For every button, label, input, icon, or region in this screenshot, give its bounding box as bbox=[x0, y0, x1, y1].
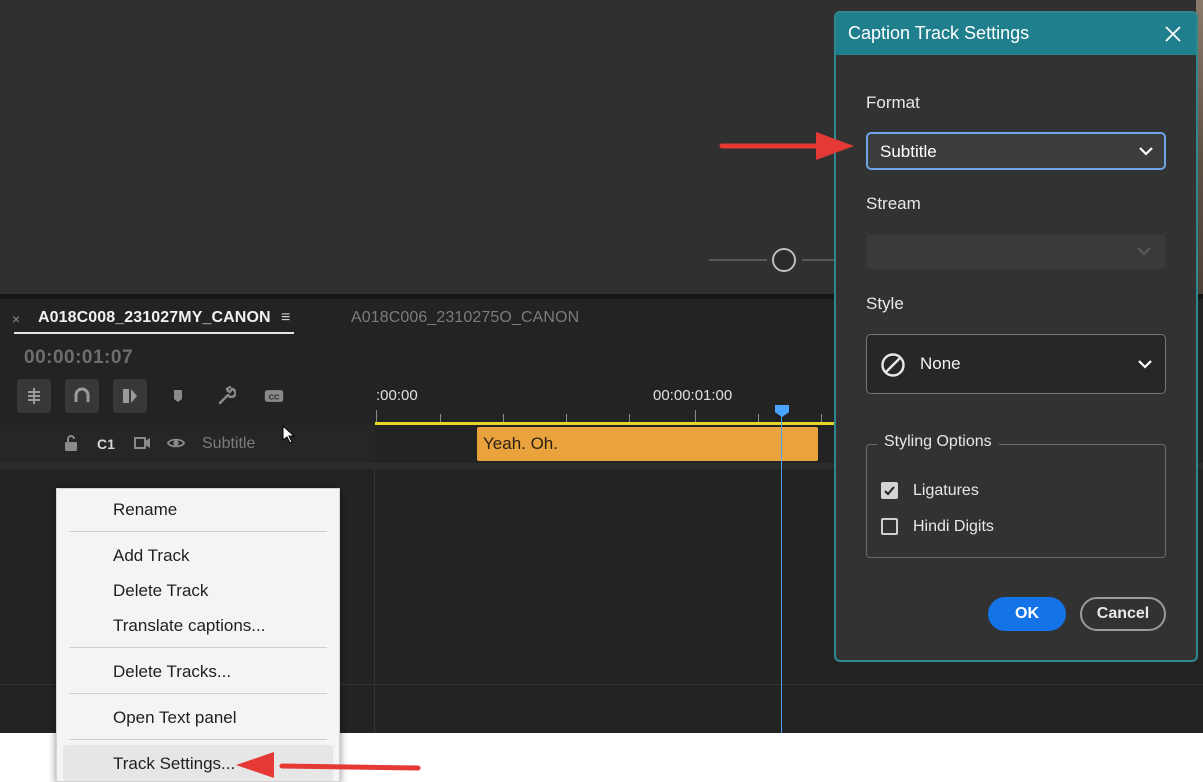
ruler-label-one-second: 00:00:01:00 bbox=[653, 387, 733, 404]
add-marker-button[interactable] bbox=[161, 379, 195, 413]
styling-options-group: Styling Options Ligatures Hindi Digits bbox=[866, 433, 1166, 558]
track-output-toggle[interactable] bbox=[133, 434, 151, 456]
menu-separator bbox=[69, 647, 327, 648]
menu-item-rename[interactable]: Rename bbox=[113, 500, 177, 520]
snap-button[interactable] bbox=[65, 379, 99, 413]
ruler-tick bbox=[758, 414, 759, 422]
playhead-timecode[interactable]: 00:00:01:07 bbox=[24, 347, 133, 369]
track-lock-toggle[interactable] bbox=[62, 434, 80, 456]
zoom-track-left bbox=[709, 259, 767, 261]
playhead-line[interactable] bbox=[781, 407, 782, 733]
menu-separator bbox=[69, 693, 327, 694]
caption-clip[interactable]: Yeah. Oh. bbox=[477, 427, 818, 461]
tab-inactive-sequence[interactable]: A018C006_2310275O_CANON bbox=[351, 309, 579, 327]
ruler-tick bbox=[440, 414, 441, 422]
menu-item-open-text-panel[interactable]: Open Text panel bbox=[113, 708, 237, 728]
ripple-edit-button[interactable] bbox=[17, 379, 51, 413]
linked-selection-icon bbox=[123, 389, 137, 403]
tab-active-sequence[interactable]: A018C008_231027MY_CANON bbox=[38, 309, 271, 327]
snap-magnet-icon bbox=[74, 387, 90, 402]
chevron-down-icon bbox=[1138, 360, 1152, 369]
menu-item-delete-tracks[interactable]: Delete Tracks... bbox=[113, 662, 231, 682]
dialog-titlebar[interactable]: Caption Track Settings bbox=[836, 13, 1196, 55]
mouse-cursor-icon bbox=[282, 425, 296, 444]
panel-menu-icon[interactable]: ≡ bbox=[281, 309, 290, 327]
chevron-down-icon bbox=[1139, 147, 1153, 156]
work-area-bar[interactable] bbox=[375, 422, 835, 425]
ok-button[interactable]: OK bbox=[988, 597, 1066, 631]
ruler-tick bbox=[566, 414, 567, 422]
timeline-settings-button[interactable] bbox=[209, 379, 243, 413]
ruler-label-start: :00:00 bbox=[376, 387, 418, 404]
marker-icon bbox=[174, 390, 182, 402]
style-dropdown[interactable]: None bbox=[866, 334, 1166, 394]
time-ruler[interactable]: :00:00 00:00:01:00 bbox=[375, 379, 835, 425]
style-value: None bbox=[920, 354, 961, 373]
closed-captions-icon: CC bbox=[264, 390, 284, 402]
dialog-title: Caption Track Settings bbox=[848, 23, 1030, 43]
ruler-tick bbox=[376, 410, 377, 422]
track-header-divider bbox=[374, 469, 375, 733]
stream-label: Stream bbox=[866, 194, 921, 213]
ruler-tick bbox=[503, 414, 504, 422]
chevron-down-icon bbox=[1137, 247, 1151, 256]
styling-options-legend: Styling Options bbox=[877, 433, 999, 451]
checkmark-icon bbox=[884, 486, 895, 496]
caption-clip-text: Yeah. Oh. bbox=[483, 434, 558, 453]
menu-separator bbox=[69, 531, 327, 532]
linked-selection-button[interactable] bbox=[113, 379, 147, 413]
close-tab-icon[interactable]: × bbox=[12, 311, 20, 327]
ligatures-checkbox[interactable] bbox=[881, 482, 898, 499]
none-circle-slash-icon bbox=[881, 353, 905, 377]
ligatures-label[interactable]: Ligatures bbox=[913, 482, 979, 500]
svg-text:CC: CC bbox=[269, 392, 280, 401]
wrench-icon bbox=[218, 386, 236, 405]
track-name[interactable]: C1 bbox=[97, 436, 115, 452]
ruler-tick bbox=[695, 410, 696, 422]
zoom-track-right bbox=[802, 259, 834, 261]
style-label: Style bbox=[866, 294, 904, 313]
eye-icon bbox=[166, 438, 186, 448]
menu-item-translate-captions[interactable]: Translate captions... bbox=[113, 616, 265, 636]
ruler-tick bbox=[821, 414, 822, 422]
menu-item-add-track[interactable]: Add Track bbox=[113, 546, 190, 566]
track-visibility-toggle[interactable] bbox=[166, 434, 186, 456]
track-format-label: Subtitle bbox=[202, 435, 256, 452]
stream-dropdown bbox=[866, 234, 1166, 269]
hindi-digits-label[interactable]: Hindi Digits bbox=[913, 518, 994, 536]
menu-item-delete-track[interactable]: Delete Track bbox=[113, 581, 208, 601]
active-tab-underline bbox=[14, 332, 294, 334]
lock-icon bbox=[65, 435, 77, 451]
red-arrow-icon bbox=[236, 752, 421, 778]
cancel-button[interactable]: Cancel bbox=[1080, 597, 1166, 631]
captions-button[interactable]: CC bbox=[257, 379, 291, 413]
ripple-edit-icon bbox=[28, 388, 40, 404]
track-context-menu: Rename Add Track Delete Track Translate … bbox=[56, 488, 340, 782]
caption-track-header[interactable]: C1 Subtitle bbox=[0, 425, 375, 463]
zoom-slider-knob[interactable] bbox=[772, 248, 796, 272]
format-dropdown[interactable]: Subtitle bbox=[866, 132, 1166, 170]
close-icon[interactable] bbox=[1162, 23, 1184, 45]
menu-item-track-settings[interactable]: Track Settings... bbox=[113, 754, 235, 774]
hindi-digits-checkbox[interactable] bbox=[881, 518, 898, 535]
format-value: Subtitle bbox=[880, 142, 937, 161]
format-label: Format bbox=[866, 93, 920, 112]
menu-separator bbox=[69, 739, 327, 740]
red-arrow-icon bbox=[719, 132, 854, 160]
caption-track-settings-dialog: Caption Track Settings Format Subtitle S… bbox=[834, 11, 1198, 662]
toggle-track-output-icon bbox=[134, 437, 150, 449]
ruler-tick bbox=[629, 414, 630, 422]
